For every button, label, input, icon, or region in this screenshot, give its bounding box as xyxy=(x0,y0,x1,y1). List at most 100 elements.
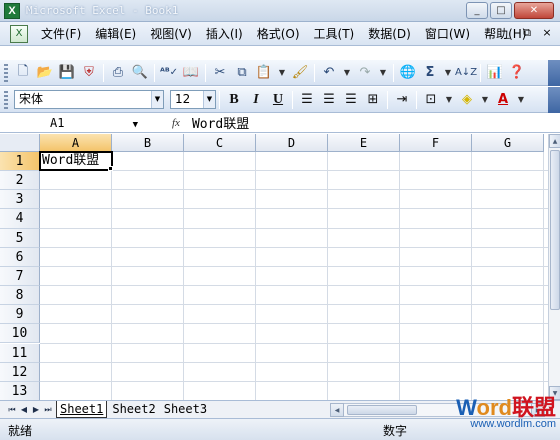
column-header-d[interactable]: D xyxy=(256,134,328,152)
increase-indent-icon[interactable]: ⇥ xyxy=(391,89,413,111)
sort-ascending-icon[interactable]: A↓Z xyxy=(455,62,477,84)
workbook-minimize-button[interactable]: _ xyxy=(500,26,514,40)
workbook-close-button[interactable]: × xyxy=(540,26,554,40)
column-header-c[interactable]: C xyxy=(184,134,256,152)
row-header-9[interactable]: 9 xyxy=(0,305,40,325)
print-preview-icon[interactable]: 🔍 xyxy=(129,62,151,84)
row-header-2[interactable]: 2 xyxy=(0,171,40,191)
row-header-6[interactable]: 6 xyxy=(0,247,40,267)
save-icon[interactable]: 💾 xyxy=(56,62,78,84)
redo-icon[interactable]: ↷ xyxy=(354,62,376,84)
tab-sheet2[interactable]: Sheet2 xyxy=(109,401,158,418)
borders-dropdown-icon[interactable]: ▼ xyxy=(442,89,456,111)
workbook-restore-button[interactable]: ⧉ xyxy=(520,26,534,40)
row-header-7[interactable]: 7 xyxy=(0,266,40,287)
scroll-left-icon[interactable]: ◀ xyxy=(330,403,344,417)
bold-button[interactable]: B xyxy=(223,89,245,111)
toolbar-options-button[interactable] xyxy=(548,60,560,86)
row-header-11[interactable]: 11 xyxy=(0,343,40,363)
font-size-select[interactable]: 12 ▼ xyxy=(170,90,216,109)
menu-format[interactable]: 格式(O) xyxy=(250,24,307,44)
row-header-4[interactable]: 4 xyxy=(0,209,40,229)
select-all-button[interactable] xyxy=(0,134,40,152)
menu-view[interactable]: 视图(V) xyxy=(143,24,199,44)
fill-color-icon[interactable]: ◈ xyxy=(456,89,478,111)
autosum-icon[interactable]: Σ xyxy=(419,62,441,84)
menu-edit[interactable]: 编辑(E) xyxy=(88,24,143,44)
chevron-down-icon[interactable]: ▼ xyxy=(151,91,163,108)
toolbar-grip[interactable] xyxy=(4,63,8,82)
row-header-10[interactable]: 10 xyxy=(0,324,40,344)
font-color-dropdown-icon[interactable]: ▼ xyxy=(514,89,528,111)
hyperlink-icon[interactable]: 🌐 xyxy=(397,62,419,84)
paste-dropdown-icon[interactable]: ▼ xyxy=(275,62,289,84)
vertical-scrollbar[interactable]: ▲ ▼ xyxy=(548,134,560,400)
fill-color-dropdown-icon[interactable]: ▼ xyxy=(478,89,492,111)
italic-button[interactable]: I xyxy=(245,89,267,111)
menu-data[interactable]: 数据(D) xyxy=(361,24,418,44)
column-header-b[interactable]: B xyxy=(112,134,184,152)
cut-icon[interactable]: ✂ xyxy=(209,62,231,84)
row-header-1[interactable]: 1 xyxy=(0,152,40,172)
research-icon[interactable]: 📖 xyxy=(180,62,202,84)
menu-tools[interactable]: 工具(T) xyxy=(307,24,362,44)
new-icon[interactable]: 🗋 xyxy=(12,62,34,84)
scroll-up-icon[interactable]: ▲ xyxy=(549,134,560,148)
row-header-3[interactable]: 3 xyxy=(0,190,40,210)
font-name-select[interactable]: 宋体 ▼ xyxy=(14,90,164,109)
tab-sheet3[interactable]: Sheet3 xyxy=(161,401,210,418)
workbook-icon[interactable]: X xyxy=(10,24,28,43)
close-button[interactable]: ✕ xyxy=(514,2,554,19)
undo-dropdown-icon[interactable]: ▼ xyxy=(340,62,354,84)
autosum-dropdown-icon[interactable]: ▼ xyxy=(441,62,455,84)
chevron-down-icon[interactable]: ▼ xyxy=(133,116,138,134)
chart-wizard-icon[interactable]: 📊 xyxy=(484,62,506,84)
vertical-scroll-thumb[interactable] xyxy=(550,150,560,310)
tab-sheet1[interactable]: Sheet1 xyxy=(56,401,108,418)
menu-window[interactable]: 窗口(W) xyxy=(418,24,477,44)
row-header-13[interactable]: 13 xyxy=(0,381,40,400)
copy-icon[interactable]: ⧉ xyxy=(231,62,253,84)
next-sheet-icon[interactable]: ▶ xyxy=(30,405,42,414)
prev-sheet-icon[interactable]: ◀ xyxy=(18,405,30,414)
column-header-e[interactable]: E xyxy=(328,134,400,152)
last-sheet-icon[interactable]: ⏭ xyxy=(42,405,54,415)
chevron-down-icon[interactable]: ▼ xyxy=(203,91,215,108)
excel-app-icon[interactable]: X xyxy=(4,2,20,19)
name-box[interactable]: A1 ▼ xyxy=(6,114,138,132)
formula-input[interactable]: Word联盟 xyxy=(192,113,249,132)
worksheet-grid[interactable]: A B C D E F G 1 2 3 4 5 6 7 8 9 10 11 12 13 Word联盟 xyxy=(0,134,548,400)
help-icon[interactable]: ❓ xyxy=(506,62,528,84)
align-right-icon[interactable]: ☰ xyxy=(340,89,362,111)
menu-file[interactable]: 文件(F) xyxy=(34,24,88,44)
cell-a1[interactable]: Word联盟 xyxy=(39,151,113,171)
paste-icon[interactable]: 📋 xyxy=(253,62,275,84)
undo-icon[interactable]: ↶ xyxy=(318,62,340,84)
fill-handle[interactable] xyxy=(108,166,113,171)
minimize-button[interactable]: _ xyxy=(466,2,488,19)
maximize-button[interactable]: □ xyxy=(490,2,512,19)
insert-function-icon[interactable]: fx xyxy=(172,117,180,129)
column-header-f[interactable]: F xyxy=(400,134,472,152)
first-sheet-icon[interactable]: ⏮ xyxy=(6,405,18,415)
row-header-8[interactable]: 8 xyxy=(0,286,40,306)
merge-center-icon[interactable]: ⊞ xyxy=(362,89,384,111)
permission-icon[interactable]: ⛨ xyxy=(78,62,100,84)
row-header-5[interactable]: 5 xyxy=(0,228,40,248)
borders-icon[interactable]: ⊡ xyxy=(420,89,442,111)
toolbar-grip[interactable] xyxy=(4,90,8,109)
underline-button[interactable]: U xyxy=(267,89,289,111)
align-left-icon[interactable]: ☰ xyxy=(296,89,318,111)
spelling-icon[interactable]: ᴬᴮ✓ xyxy=(158,62,180,84)
format-painter-icon[interactable]: 🖌 xyxy=(289,62,311,84)
column-header-a[interactable]: A xyxy=(40,134,112,152)
menu-insert[interactable]: 插入(I) xyxy=(199,24,250,44)
print-icon[interactable]: ⎙ xyxy=(107,62,129,84)
font-color-icon[interactable]: A xyxy=(492,89,514,111)
align-center-icon[interactable]: ☰ xyxy=(318,89,340,111)
toolbar-options-button[interactable] xyxy=(548,87,560,113)
row-header-12[interactable]: 12 xyxy=(0,362,40,382)
column-header-g[interactable]: G xyxy=(472,134,544,152)
open-icon[interactable]: 📂 xyxy=(34,62,56,84)
redo-dropdown-icon[interactable]: ▼ xyxy=(376,62,390,84)
